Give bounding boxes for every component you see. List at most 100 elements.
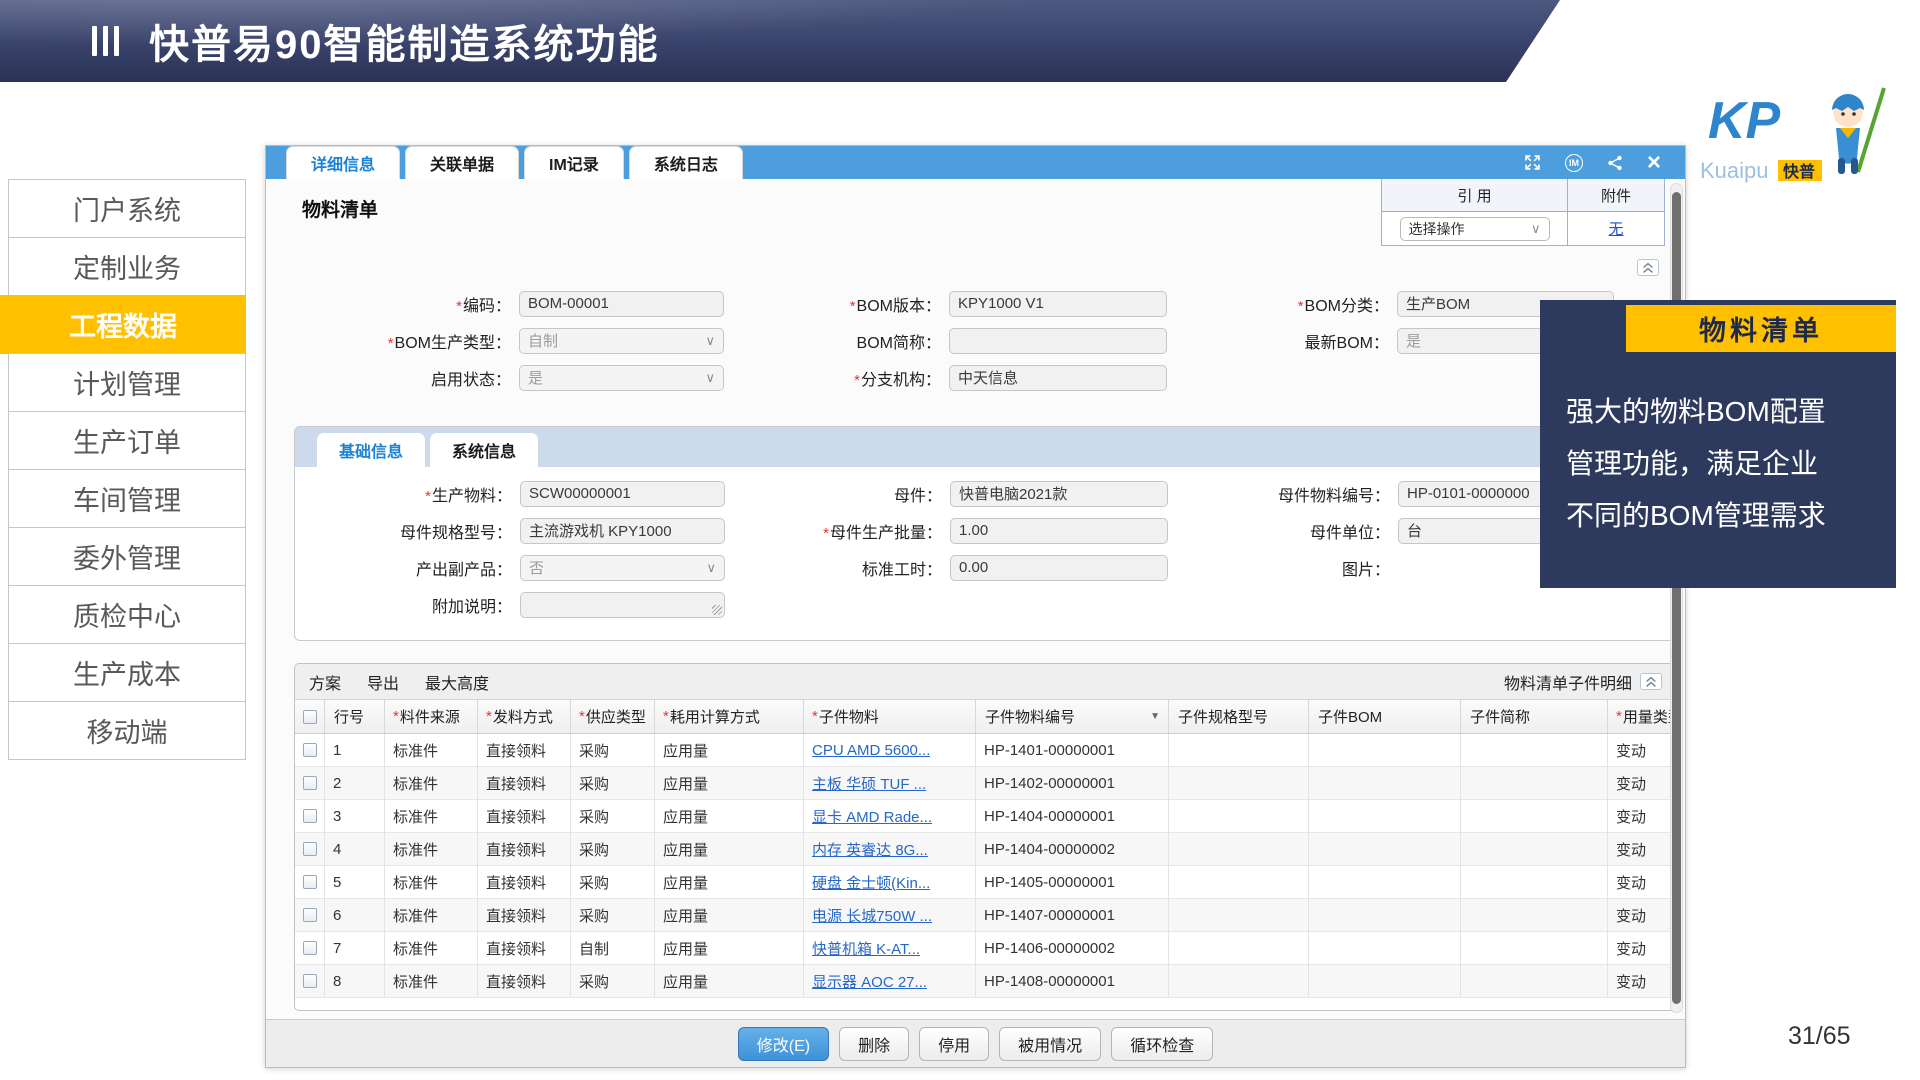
cell-row-number: 8 bbox=[325, 965, 385, 997]
row-checkbox[interactable] bbox=[303, 776, 317, 790]
slide-title: 快普易90智能制造系统功能 bbox=[149, 12, 660, 70]
disable-button[interactable]: 停用 bbox=[919, 1027, 989, 1061]
sidebar-item-production-cost[interactable]: 生产成本 bbox=[8, 643, 246, 702]
code-input[interactable]: BOM-00001 bbox=[519, 291, 724, 317]
cell-subpart: CPU AMD 5600... bbox=[804, 734, 976, 766]
subpart-link[interactable]: 主板 华硕 TUF ... bbox=[812, 773, 926, 794]
field-label: 母件单位： bbox=[1168, 519, 1390, 543]
cell-consumption-calc: 应用量 bbox=[655, 965, 804, 997]
attachment-link[interactable]: 无 bbox=[1608, 218, 1623, 239]
row-checkbox-cell bbox=[295, 800, 325, 832]
col-subpart-spec: 子件规格型号 bbox=[1169, 700, 1309, 733]
usage-status-button[interactable]: 被用情况 bbox=[999, 1027, 1101, 1061]
table-row: 4 标准件 直接领料 采购 应用量 内存 英睿达 8G... HP-1404-0… bbox=[295, 833, 1677, 866]
close-icon[interactable]: × bbox=[1647, 154, 1661, 172]
share-icon[interactable] bbox=[1607, 155, 1623, 171]
tab-related-docs[interactable]: 关联单据 bbox=[405, 146, 519, 179]
parent-batch-input[interactable]: 1.00 bbox=[950, 518, 1168, 544]
sidebar-item-production-order[interactable]: 生产订单 bbox=[8, 411, 246, 470]
cell-material-source: 标准件 bbox=[385, 866, 478, 898]
subpart-link[interactable]: CPU AMD 5600... bbox=[812, 742, 930, 759]
chevron-down-icon: ∨ bbox=[1531, 221, 1541, 237]
sidebar-item-custom[interactable]: 定制业务 bbox=[8, 237, 246, 296]
toolbar-max-height[interactable]: 最大高度 bbox=[425, 670, 489, 694]
toolbar-export[interactable]: 导出 bbox=[367, 670, 399, 694]
delete-button[interactable]: 删除 bbox=[839, 1027, 909, 1061]
field-label: *BOM生产类型： bbox=[294, 329, 511, 353]
reference-panel: 引 用 附件 选择操作 ∨ 无 bbox=[1381, 179, 1665, 246]
cell-consumption-calc: 应用量 bbox=[655, 767, 804, 799]
sidebar-item-outsourcing[interactable]: 委外管理 bbox=[8, 527, 246, 586]
cell-row-number: 1 bbox=[325, 734, 385, 766]
sidebar-item-mobile[interactable]: 移动端 bbox=[8, 701, 246, 760]
reference-header: 引 用 bbox=[1382, 179, 1568, 211]
cell-subpart: 主板 华硕 TUF ... bbox=[804, 767, 976, 799]
tab-base-info[interactable]: 基础信息 bbox=[317, 433, 425, 467]
modify-button[interactable]: 修改(E) bbox=[738, 1027, 829, 1061]
bom-production-type-select[interactable]: 自制∨ bbox=[519, 328, 724, 354]
cell-subpart-spec bbox=[1169, 932, 1309, 964]
sidebar-item-engineering-data[interactable]: 工程数据 bbox=[0, 295, 246, 354]
select-all-checkbox[interactable] bbox=[303, 710, 317, 724]
collapse-grid-button[interactable] bbox=[1640, 673, 1662, 690]
parent-item-input[interactable]: 快普电脑2021款 bbox=[950, 481, 1168, 507]
field-bom-production-type: *BOM生产类型： 自制∨ bbox=[294, 328, 724, 354]
byproduct-select[interactable]: 否∨ bbox=[520, 555, 725, 581]
row-checkbox[interactable] bbox=[303, 743, 317, 757]
row-checkbox[interactable] bbox=[303, 875, 317, 889]
row-checkbox[interactable] bbox=[303, 941, 317, 955]
cell-subpart: 内存 英睿达 8G... bbox=[804, 833, 976, 865]
table-row: 7 标准件 直接领料 自制 应用量 快普机箱 K-AT... HP-1406-0… bbox=[295, 932, 1677, 965]
toolbar-scheme[interactable]: 方案 bbox=[309, 670, 341, 694]
cell-supply-type: 采购 bbox=[571, 899, 655, 931]
row-checkbox[interactable] bbox=[303, 842, 317, 856]
production-material-input[interactable]: SCW00000001 bbox=[520, 481, 725, 507]
row-checkbox[interactable] bbox=[303, 908, 317, 922]
action-footer: 修改(E) 删除 停用 被用情况 循环检查 bbox=[266, 1019, 1685, 1067]
callout-line: 管理功能，满足企业 bbox=[1566, 438, 1826, 490]
extra-notes-textarea[interactable] bbox=[520, 592, 725, 618]
cell-subpart-bom bbox=[1309, 932, 1461, 964]
field-label: *编码： bbox=[294, 292, 511, 316]
parent-spec-input[interactable]: 主流游戏机 KPY1000 bbox=[520, 518, 725, 544]
subpart-link[interactable]: 内存 英睿达 8G... bbox=[812, 839, 928, 860]
cycle-check-button[interactable]: 循环检查 bbox=[1111, 1027, 1213, 1061]
sidebar-item-workshop[interactable]: 车间管理 bbox=[8, 469, 246, 528]
col-subpart-short: 子件简称 bbox=[1461, 700, 1608, 733]
row-checkbox[interactable] bbox=[303, 974, 317, 988]
row-checkbox[interactable] bbox=[303, 809, 317, 823]
sidebar-item-portal[interactable]: 门户系统 bbox=[8, 179, 246, 238]
subpart-link[interactable]: 快普机箱 K-AT... bbox=[812, 938, 920, 959]
enable-status-select[interactable]: 是∨ bbox=[519, 365, 724, 391]
cell-subpart-short bbox=[1461, 833, 1608, 865]
callout-line: 不同的BOM管理需求 bbox=[1566, 490, 1826, 542]
cell-subpart-bom bbox=[1309, 899, 1461, 931]
sidebar-item-planning[interactable]: 计划管理 bbox=[8, 353, 246, 412]
bom-short-name-input[interactable] bbox=[949, 328, 1167, 354]
standard-hours-input[interactable]: 0.00 bbox=[950, 555, 1168, 581]
attachment-header: 附件 bbox=[1568, 179, 1664, 211]
cell-usage-type: 变动 bbox=[1608, 767, 1677, 799]
tab-system-info[interactable]: 系统信息 bbox=[430, 433, 538, 467]
subpart-link[interactable]: 硬盘 金士顿(Kin... bbox=[812, 872, 930, 893]
filter-icon[interactable]: ▼ bbox=[1150, 711, 1160, 722]
subpart-link[interactable]: 显示器 AOC 27... bbox=[812, 971, 927, 992]
fullscreen-icon[interactable] bbox=[1524, 154, 1541, 171]
collapse-form-button[interactable] bbox=[1637, 259, 1659, 276]
action-select[interactable]: 选择操作 ∨ bbox=[1400, 217, 1550, 241]
im-icon[interactable]: IM bbox=[1565, 154, 1583, 172]
tab-im-records[interactable]: IM记录 bbox=[524, 146, 624, 179]
tab-detail-info[interactable]: 详细信息 bbox=[286, 146, 400, 179]
cell-issue-method: 直接领料 bbox=[478, 866, 571, 898]
header-checkbox-cell bbox=[295, 700, 325, 733]
field-label: 附加说明： bbox=[295, 593, 512, 617]
bom-version-input[interactable]: KPY1000 V1 bbox=[949, 291, 1167, 317]
tab-system-log[interactable]: 系统日志 bbox=[629, 146, 743, 179]
field-label: 产出副产品： bbox=[295, 556, 512, 580]
subpart-link[interactable]: 显卡 AMD Rade... bbox=[812, 806, 932, 827]
branch-input[interactable]: 中天信息 bbox=[949, 365, 1167, 391]
sidebar-item-quality[interactable]: 质检中心 bbox=[8, 585, 246, 644]
page-indicator: 31/65 bbox=[1788, 1022, 1851, 1051]
cell-material-source: 标准件 bbox=[385, 899, 478, 931]
subpart-link[interactable]: 电源 长城750W ... bbox=[812, 905, 932, 926]
